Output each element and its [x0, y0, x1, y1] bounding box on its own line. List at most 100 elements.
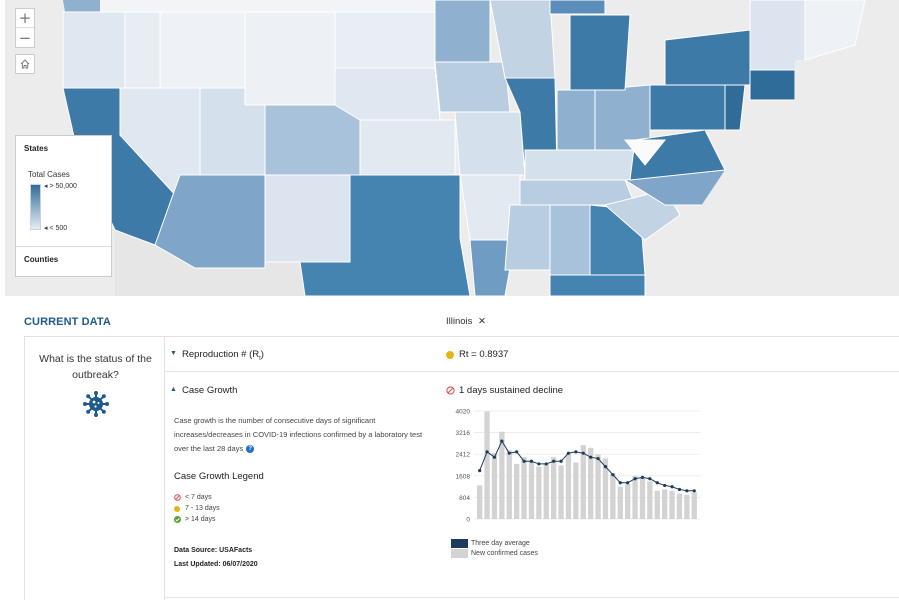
y-tick-label: 4020: [456, 409, 471, 416]
case-bar[interactable]: [484, 411, 490, 519]
average-point[interactable]: [500, 439, 504, 443]
case-bar[interactable]: [684, 494, 690, 519]
status-panel: What is the status of the outbreak?: [24, 336, 165, 600]
average-point[interactable]: [507, 451, 511, 455]
map-canvas[interactable]: [5, 0, 899, 296]
case-bar[interactable]: [632, 476, 638, 519]
case-bar[interactable]: [551, 457, 557, 519]
average-point[interactable]: [663, 483, 667, 488]
average-point[interactable]: [559, 459, 563, 463]
reproduction-label: Reproduction # (Rt): [182, 349, 264, 362]
close-icon[interactable]: ✕: [478, 316, 486, 327]
virus-icon: [83, 391, 109, 417]
average-point[interactable]: [648, 477, 652, 481]
section-divider: [165, 597, 899, 598]
chart-legend-average: Three day average: [451, 539, 530, 548]
average-point[interactable]: [611, 473, 615, 477]
average-point[interactable]: [544, 462, 548, 466]
reproduction-row[interactable]: ▼ Reproduction # (Rt) Rt = 0.8937: [165, 337, 899, 372]
case-bar[interactable]: [625, 484, 631, 519]
legend-subtitle: Total Cases: [28, 170, 70, 179]
average-point[interactable]: [478, 469, 482, 473]
average-point[interactable]: [692, 489, 696, 493]
selected-region: Illinois ✕: [446, 316, 486, 327]
home-button[interactable]: [15, 54, 35, 74]
y-tick-label: 3216: [456, 430, 471, 437]
average-point[interactable]: [552, 459, 556, 463]
case-bar[interactable]: [610, 473, 616, 519]
average-point[interactable]: [566, 451, 571, 455]
case-growth-status: 1 days sustained decline: [446, 385, 563, 396]
case-bar[interactable]: [617, 486, 623, 519]
case-growth-legend-title: Case Growth Legend: [174, 471, 264, 482]
legend-high-label: ◂ > 50,000: [44, 183, 77, 190]
case-bar[interactable]: [691, 492, 697, 519]
case-bar[interactable]: [514, 463, 520, 519]
y-tick-label: 804: [459, 495, 470, 502]
case-bar[interactable]: [647, 481, 653, 519]
average-point[interactable]: [633, 477, 637, 481]
legend-item-less-7: < 7 days: [174, 494, 212, 501]
map-legend: States Total Cases ◂ > 50,000 ◂ < 500 Co…: [15, 135, 112, 277]
average-point[interactable]: [626, 481, 630, 485]
average-point[interactable]: [529, 459, 534, 463]
zoom-control: + −: [15, 8, 35, 48]
average-point[interactable]: [603, 465, 608, 469]
case-bar[interactable]: [595, 454, 601, 519]
average-point[interactable]: [492, 455, 497, 459]
average-point[interactable]: [581, 451, 585, 455]
average-point[interactable]: [596, 456, 600, 461]
average-point[interactable]: [640, 475, 645, 479]
case-bar[interactable]: [528, 461, 535, 519]
average-point[interactable]: [515, 450, 519, 454]
average-point[interactable]: [618, 481, 622, 485]
reproduction-value: Rt = 0.8937: [446, 349, 508, 360]
zoom-out-button[interactable]: −: [16, 28, 34, 47]
metrics-panel: ▼ Reproduction # (Rt) Rt = 0.8937 ▲ Case…: [165, 336, 899, 600]
legend-item-more-14: > 14 days: [174, 516, 216, 523]
average-point[interactable]: [685, 489, 689, 493]
case-bar[interactable]: [669, 490, 675, 519]
no-entry-icon: [174, 494, 181, 501]
legend-color-ramp: [30, 184, 41, 230]
case-bar[interactable]: [477, 485, 483, 519]
case-growth-description: Case growth is the number of consecutive…: [174, 416, 423, 454]
y-tick-label: 0: [466, 517, 470, 524]
chevron-down-icon[interactable]: ▼: [170, 350, 177, 357]
info-icon[interactable]: ?: [246, 445, 255, 454]
case-bar[interactable]: [558, 465, 564, 519]
case-growth-label[interactable]: Case Growth: [182, 385, 237, 396]
check-circle-icon: [174, 516, 181, 523]
case-bar[interactable]: [580, 445, 586, 519]
legend-counties-label: Counties: [24, 255, 59, 264]
home-icon: [20, 59, 30, 69]
case-bar[interactable]: [536, 466, 542, 519]
case-bar[interactable]: [654, 490, 660, 519]
chevron-up-icon[interactable]: ▲: [170, 386, 177, 393]
us-cases-map[interactable]: + − States Total Cases ◂ > 50,000 ◂ < 50…: [5, 0, 899, 296]
average-point[interactable]: [655, 481, 659, 485]
legend-divider: [16, 246, 111, 247]
case-bar[interactable]: [573, 462, 579, 519]
zoom-in-button[interactable]: +: [16, 9, 34, 28]
status-question: What is the status of the outbreak?: [39, 353, 152, 381]
case-bar[interactable]: [639, 477, 646, 519]
average-point[interactable]: [537, 462, 541, 466]
region-name: Illinois: [446, 316, 473, 327]
average-point[interactable]: [677, 487, 682, 492]
average-point[interactable]: [670, 485, 674, 489]
average-point[interactable]: [589, 455, 593, 459]
case-bar[interactable]: [676, 493, 683, 519]
case-bar[interactable]: [491, 453, 498, 519]
legend-low-label: ◂ < 500: [44, 225, 68, 232]
last-updated: Last Updated: 06/07/2020: [174, 561, 258, 568]
average-point[interactable]: [522, 459, 526, 463]
case-bar[interactable]: [662, 489, 668, 519]
average-point[interactable]: [485, 450, 489, 454]
case-bar[interactable]: [521, 457, 527, 519]
plus-icon: +: [18, 9, 32, 27]
average-point[interactable]: [574, 450, 578, 454]
case-bar[interactable]: [506, 450, 512, 519]
case-bar[interactable]: [543, 463, 549, 519]
case-bar[interactable]: [565, 453, 572, 519]
